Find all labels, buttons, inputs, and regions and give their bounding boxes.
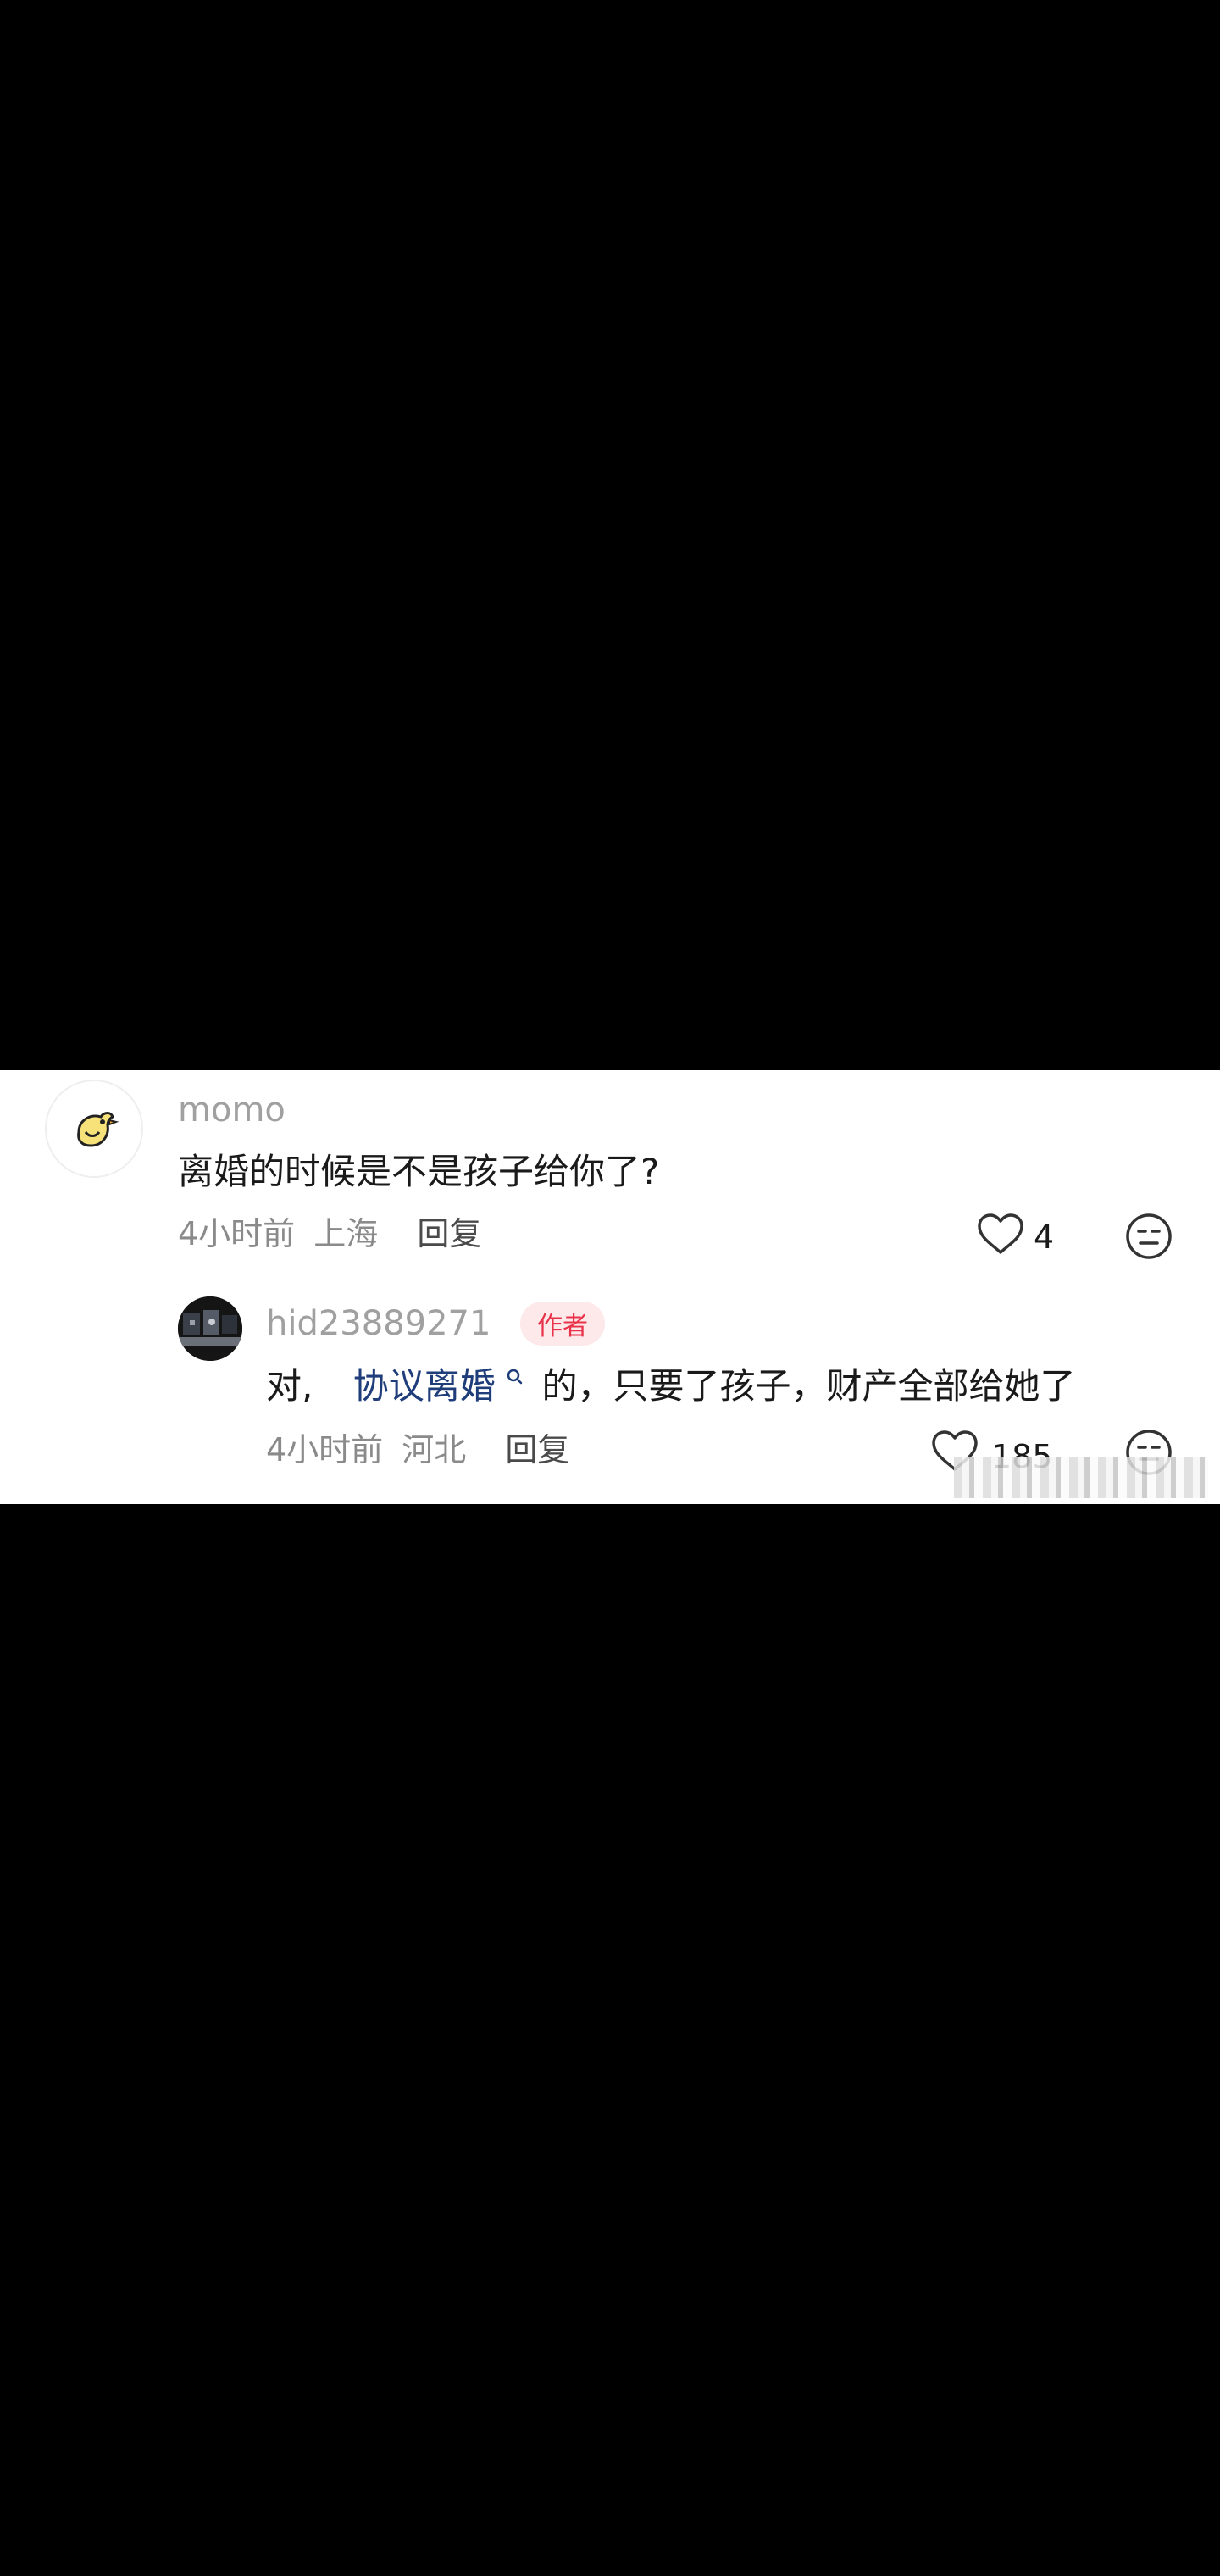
blurred-watermark: [954, 1457, 1208, 1498]
avatar[interactable]: [45, 1080, 143, 1178]
heart-icon: [978, 1213, 1023, 1254]
comment-username[interactable]: momo: [178, 1093, 286, 1127]
search-link-term[interactable]: 协议离婚: [353, 1365, 535, 1407]
author-badge: 作者: [520, 1302, 605, 1346]
search-link-label: 协议离婚: [352, 1365, 496, 1407]
like-count: 4: [1034, 1219, 1055, 1256]
comment-meta: 4小时前 上海 回复: [178, 1218, 481, 1250]
reply-meta: 4小时前 河北 回复: [266, 1434, 569, 1466]
reply-reply-button[interactable]: 回复: [505, 1431, 569, 1468]
dislike-face-icon: [1126, 1213, 1172, 1259]
dislike-button[interactable]: [1125, 1213, 1173, 1263]
photo-avatar-icon: [178, 1296, 242, 1361]
reply-text: 对, 协议离婚 的，只要了孩子，财产全部给她了: [266, 1368, 1075, 1404]
reply-location: 河北: [402, 1431, 467, 1468]
chick-avatar-icon: [77, 1112, 119, 1147]
reply-text-prefix: 对,: [266, 1365, 313, 1407]
reply-button[interactable]: 回复: [417, 1215, 481, 1252]
search-small-icon: [507, 1368, 523, 1385]
comment-time: 4小时前: [178, 1215, 296, 1252]
comment-location: 上海: [313, 1215, 379, 1252]
like-button[interactable]: [976, 1212, 1025, 1259]
reply-avatar[interactable]: [178, 1296, 242, 1361]
comment-text: 离婚的时候是不是孩子给你了?: [178, 1151, 660, 1192]
reply-username[interactable]: hid23889271: [266, 1307, 491, 1341]
reply-text-suffix: 的，只要了孩子，财产全部给她了: [541, 1365, 1076, 1407]
reply-time: 4小时前: [266, 1431, 384, 1468]
